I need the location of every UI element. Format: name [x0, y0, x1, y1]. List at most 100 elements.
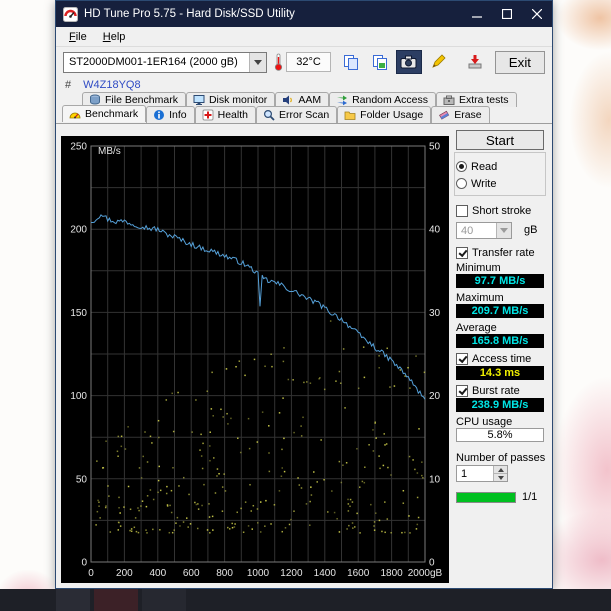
- svg-text:1600: 1600: [347, 568, 370, 579]
- chart-svg: 0501001502002500102030405002004006008001…: [61, 136, 449, 583]
- chevron-down-icon[interactable]: [249, 53, 266, 72]
- spinner-down-icon[interactable]: [494, 473, 507, 481]
- passes-stepper[interactable]: 1: [456, 465, 508, 482]
- transfer-rate-checkbox[interactable]: [456, 247, 468, 259]
- tab-label: Info: [169, 109, 187, 121]
- progress-fill: [457, 493, 515, 502]
- annotate-button[interactable]: [425, 50, 451, 74]
- tab-disk-monitor[interactable]: Disk monitor: [186, 92, 275, 107]
- transfer-rate-row[interactable]: Transfer rate: [456, 246, 535, 259]
- svg-text:200: 200: [116, 568, 133, 579]
- tab-random-access[interactable]: Random Access: [329, 92, 436, 107]
- tab-label: Erase: [454, 109, 481, 121]
- svg-text:1000: 1000: [247, 568, 270, 579]
- tab-benchmark[interactable]: Benchmark: [62, 105, 146, 122]
- maximum-label: Maximum: [456, 292, 504, 304]
- camera-icon: [400, 55, 417, 69]
- svg-text:40: 40: [429, 225, 441, 236]
- tab-folder-usage[interactable]: Folder Usage: [337, 106, 431, 123]
- svg-text:250: 250: [70, 142, 87, 153]
- tab-strip: File Benchmark Disk monitor AAM Random A…: [56, 92, 552, 123]
- access-time-checkbox[interactable]: [456, 353, 468, 365]
- screenshot-button[interactable]: [396, 50, 422, 74]
- random-access-icon: [336, 94, 348, 106]
- passes-label: Number of passes: [456, 452, 545, 464]
- drive-selector[interactable]: ST2000DM001-1ER164 (2000 gB): [63, 52, 267, 73]
- svg-text:20: 20: [429, 391, 441, 402]
- tab-label: AAM: [298, 94, 321, 106]
- tab-label: Random Access: [352, 94, 428, 106]
- taskbar-item[interactable]: [56, 589, 90, 611]
- access-time-row[interactable]: Access time: [456, 352, 531, 365]
- copy-button[interactable]: [338, 50, 364, 74]
- write-label: Write: [471, 178, 496, 190]
- average-label: Average: [456, 322, 497, 334]
- short-stroke-label: Short stroke: [472, 205, 531, 217]
- average-value: 165.8 MB/s: [456, 334, 544, 348]
- copy-icon: [343, 54, 359, 70]
- tab-aam[interactable]: AAM: [275, 92, 329, 107]
- write-radio-row[interactable]: Write: [456, 177, 496, 190]
- menu-file[interactable]: File: [61, 29, 95, 45]
- tab-extra-tests[interactable]: Extra tests: [436, 92, 517, 107]
- taskbar-item[interactable]: [142, 589, 186, 611]
- burst-rate-checkbox[interactable]: [456, 385, 468, 397]
- copy-report-button[interactable]: [367, 50, 393, 74]
- burst-rate-value: 238.9 MB/s: [456, 398, 544, 412]
- chevron-down-icon[interactable]: [496, 223, 511, 238]
- start-button[interactable]: Start: [456, 130, 544, 150]
- progress-text: 1/1: [522, 491, 537, 503]
- serial-row: # W4Z18YQ8: [56, 77, 552, 92]
- svg-text:800: 800: [216, 568, 233, 579]
- short-stroke-row[interactable]: Short stroke: [456, 204, 531, 217]
- svg-text:50: 50: [429, 142, 441, 153]
- passes-value: 1: [457, 466, 493, 481]
- save-button[interactable]: [462, 50, 488, 74]
- tab-erase[interactable]: Erase: [431, 106, 489, 123]
- tab-label: Error Scan: [279, 109, 329, 121]
- access-time-value: 14.3 ms: [456, 366, 544, 380]
- taskbar[interactable]: [0, 589, 611, 611]
- window-title: HD Tune Pro 5.75 - Hard Disk/SSD Utility: [84, 8, 462, 20]
- transfer-rate-label: Transfer rate: [472, 247, 535, 259]
- tab-error-scan[interactable]: Error Scan: [256, 106, 337, 123]
- disk-monitor-icon: [193, 94, 205, 106]
- desktop: { "window": { "title": "HD Tune Pro 5.75…: [0, 0, 611, 611]
- spinner-up-icon[interactable]: [494, 466, 507, 473]
- svg-text:0: 0: [81, 558, 87, 569]
- tab-info[interactable]: Info: [146, 106, 195, 123]
- write-radio[interactable]: [456, 178, 467, 189]
- short-stroke-size-value: 40: [457, 225, 496, 237]
- svg-text:MB/s: MB/s: [98, 146, 121, 157]
- taskbar-item[interactable]: [94, 589, 138, 611]
- access-time-label: Access time: [472, 353, 531, 365]
- maximize-button[interactable]: [492, 1, 522, 27]
- short-stroke-size-select[interactable]: 40: [456, 222, 512, 239]
- read-label: Read: [471, 161, 497, 173]
- exit-button[interactable]: Exit: [495, 51, 545, 74]
- svg-text:0: 0: [88, 568, 94, 579]
- short-stroke-checkbox[interactable]: [456, 205, 468, 217]
- progress-bar: [456, 492, 516, 503]
- menu-help[interactable]: Help: [95, 29, 134, 45]
- minimize-button[interactable]: [462, 1, 492, 27]
- benchmark-icon: [69, 108, 81, 120]
- temperature-value: 32°C: [286, 52, 331, 72]
- read-radio[interactable]: [456, 161, 467, 172]
- error-scan-icon: [263, 109, 275, 121]
- health-icon: [202, 109, 214, 121]
- read-radio-row[interactable]: Read: [456, 160, 497, 173]
- svg-text:50: 50: [76, 474, 88, 485]
- minimize-icon: [472, 9, 482, 19]
- tab-health[interactable]: Health: [195, 106, 256, 123]
- svg-text:1800: 1800: [380, 568, 403, 579]
- thermometer-icon: [274, 53, 283, 71]
- burst-rate-row[interactable]: Burst rate: [456, 384, 520, 397]
- svg-text:400: 400: [149, 568, 166, 579]
- svg-text:10: 10: [429, 474, 441, 485]
- svg-text:1400: 1400: [314, 568, 337, 579]
- menubar: File Help: [56, 27, 552, 47]
- close-button[interactable]: [522, 1, 552, 27]
- serial-number: W4Z18YQ8: [83, 79, 140, 91]
- svg-text:200: 200: [70, 225, 87, 236]
